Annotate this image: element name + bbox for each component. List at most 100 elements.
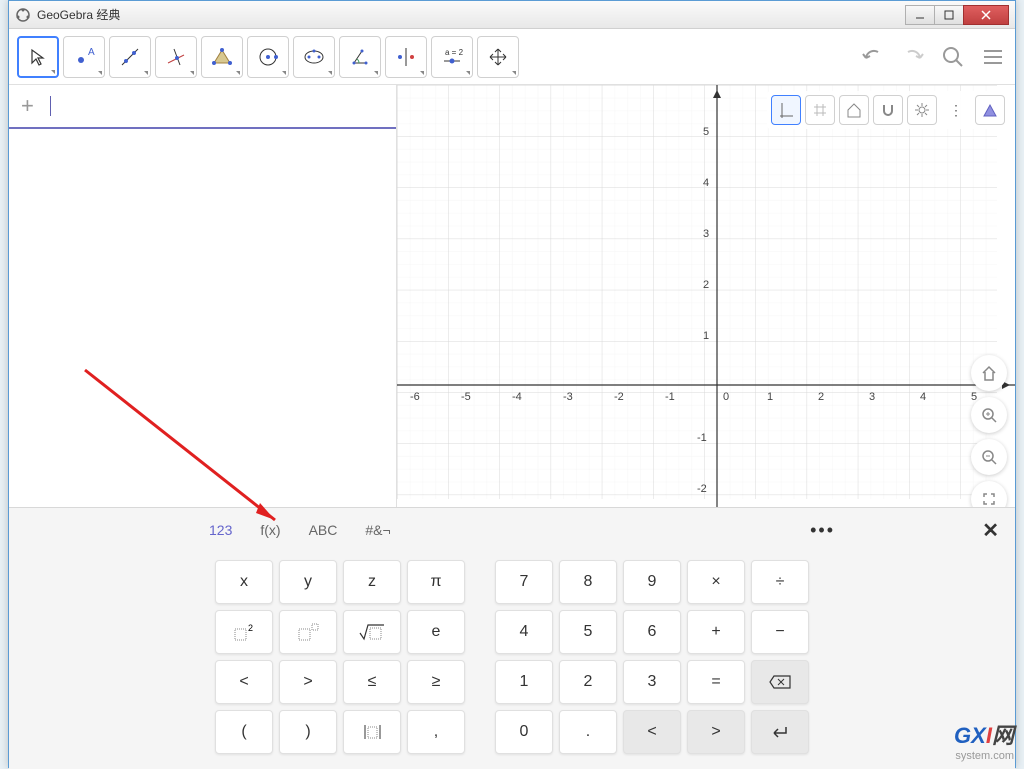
tool-slider[interactable]: a = 2 <box>431 36 473 78</box>
titlebar: GeoGebra 经典 <box>9 1 1015 29</box>
tool-reflect[interactable] <box>385 36 427 78</box>
svg-text:a = 2: a = 2 <box>445 48 464 57</box>
key-x[interactable]: x <box>215 560 273 604</box>
svg-text:1: 1 <box>767 391 773 403</box>
key-backspace[interactable] <box>751 660 809 704</box>
svg-text:2: 2 <box>703 279 709 291</box>
key-minus[interactable]: − <box>751 610 809 654</box>
keyboard-close-icon[interactable]: ✕ <box>982 518 999 543</box>
key-6[interactable]: 6 <box>623 610 681 654</box>
minimize-button[interactable] <box>905 5 935 25</box>
key-2[interactable]: 2 <box>559 660 617 704</box>
key-gt[interactable]: > <box>279 660 337 704</box>
zoom-home-button[interactable] <box>971 355 1007 391</box>
svg-text:A: A <box>88 47 95 58</box>
key-3[interactable]: 3 <box>623 660 681 704</box>
key-geq[interactable]: ≥ <box>407 660 465 704</box>
key-7[interactable]: 7 <box>495 560 553 604</box>
tool-angle[interactable] <box>339 36 381 78</box>
close-button[interactable] <box>963 5 1009 25</box>
key-dot[interactable]: . <box>559 710 617 754</box>
key-square[interactable]: 2 <box>215 610 273 654</box>
snap-icon[interactable] <box>873 95 903 125</box>
tab-special[interactable]: #&¬ <box>365 522 390 538</box>
tool-perpendicular[interactable] <box>155 36 197 78</box>
tool-move-view[interactable] <box>477 36 519 78</box>
tool-point[interactable]: A <box>63 36 105 78</box>
search-icon[interactable] <box>939 43 967 71</box>
keyboard-more-icon[interactable]: ••• <box>810 520 835 541</box>
tab-abc[interactable]: ABC <box>309 522 338 538</box>
window-title: GeoGebra 经典 <box>37 6 906 23</box>
key-y[interactable]: y <box>279 560 337 604</box>
svg-text:3: 3 <box>703 228 709 240</box>
key-pi[interactable]: π <box>407 560 465 604</box>
key-8[interactable]: 8 <box>559 560 617 604</box>
fullscreen-button[interactable] <box>971 481 1007 507</box>
keyboard-rows: x y z π 7 8 9 × ÷ 2 e 4 5 6 + <box>9 552 1015 768</box>
key-equals[interactable]: = <box>687 660 745 704</box>
style-icon[interactable] <box>975 95 1005 125</box>
redo-button[interactable] <box>899 43 927 71</box>
graphics-view[interactable]: -6-5-4-3-2-1012345 12345 -1-2 ⋮ <box>397 85 1015 507</box>
home-icon[interactable] <box>839 95 869 125</box>
key-9[interactable]: 9 <box>623 560 681 604</box>
key-divide[interactable]: ÷ <box>751 560 809 604</box>
tool-ellipse[interactable] <box>293 36 335 78</box>
algebra-input-row[interactable]: + <box>9 85 396 129</box>
settings-icon[interactable] <box>907 95 937 125</box>
keyboard-tabs: 123 f(x) ABC #&¬ ••• ✕ <box>9 508 1015 552</box>
key-leq[interactable]: ≤ <box>343 660 401 704</box>
key-comma[interactable]: , <box>407 710 465 754</box>
window-controls <box>906 5 1009 25</box>
key-sqrt[interactable] <box>343 610 401 654</box>
zoom-controls <box>971 355 1007 507</box>
key-power[interactable] <box>279 610 337 654</box>
graphics-toolbar: ⋮ <box>767 91 1009 129</box>
key-0[interactable]: 0 <box>495 710 553 754</box>
main-toolbar: A a = 2 <box>9 29 1015 85</box>
zoom-out-button[interactable] <box>971 439 1007 475</box>
svg-text:3: 3 <box>869 391 875 403</box>
key-left[interactable]: < <box>623 710 681 754</box>
axes-toggle[interactable] <box>771 95 801 125</box>
tool-circle[interactable] <box>247 36 289 78</box>
key-multiply[interactable]: × <box>687 560 745 604</box>
virtual-keyboard: 123 f(x) ABC #&¬ ••• ✕ x y z π 7 8 9 × ÷… <box>9 507 1015 769</box>
add-icon[interactable]: + <box>21 93 34 119</box>
tool-polygon[interactable] <box>201 36 243 78</box>
svg-text:-6: -6 <box>410 391 420 403</box>
zoom-in-button[interactable] <box>971 397 1007 433</box>
menu-icon[interactable] <box>979 43 1007 71</box>
key-abs[interactable] <box>343 710 401 754</box>
content-area: + -6-5-4-3-2-1012345 12345 -1-2 <box>9 85 1015 507</box>
key-4[interactable]: 4 <box>495 610 553 654</box>
maximize-button[interactable] <box>934 5 964 25</box>
undo-button[interactable] <box>859 43 887 71</box>
svg-text:-5: -5 <box>461 391 471 403</box>
coordinate-grid: -6-5-4-3-2-1012345 12345 -1-2 <box>397 85 1015 507</box>
svg-text:-2: -2 <box>697 483 707 495</box>
svg-text:-1: -1 <box>697 432 707 444</box>
svg-text:-3: -3 <box>563 391 573 403</box>
grid-toggle[interactable] <box>805 95 835 125</box>
svg-text:2: 2 <box>248 623 253 633</box>
key-right[interactable]: > <box>687 710 745 754</box>
svg-text:-2: -2 <box>614 391 624 403</box>
key-5[interactable]: 5 <box>559 610 617 654</box>
key-rparen[interactable]: ) <box>279 710 337 754</box>
tab-numeric[interactable]: 123 <box>209 522 232 538</box>
key-lt[interactable]: < <box>215 660 273 704</box>
svg-text:1: 1 <box>703 330 709 342</box>
tab-functions[interactable]: f(x) <box>260 522 280 538</box>
svg-text:4: 4 <box>920 391 926 403</box>
key-lparen[interactable]: ( <box>215 710 273 754</box>
more-icon[interactable]: ⋮ <box>941 95 971 125</box>
tool-line[interactable] <box>109 36 151 78</box>
key-enter[interactable] <box>751 710 809 754</box>
tool-move[interactable] <box>17 36 59 78</box>
key-z[interactable]: z <box>343 560 401 604</box>
key-plus[interactable]: + <box>687 610 745 654</box>
key-e[interactable]: e <box>407 610 465 654</box>
key-1[interactable]: 1 <box>495 660 553 704</box>
